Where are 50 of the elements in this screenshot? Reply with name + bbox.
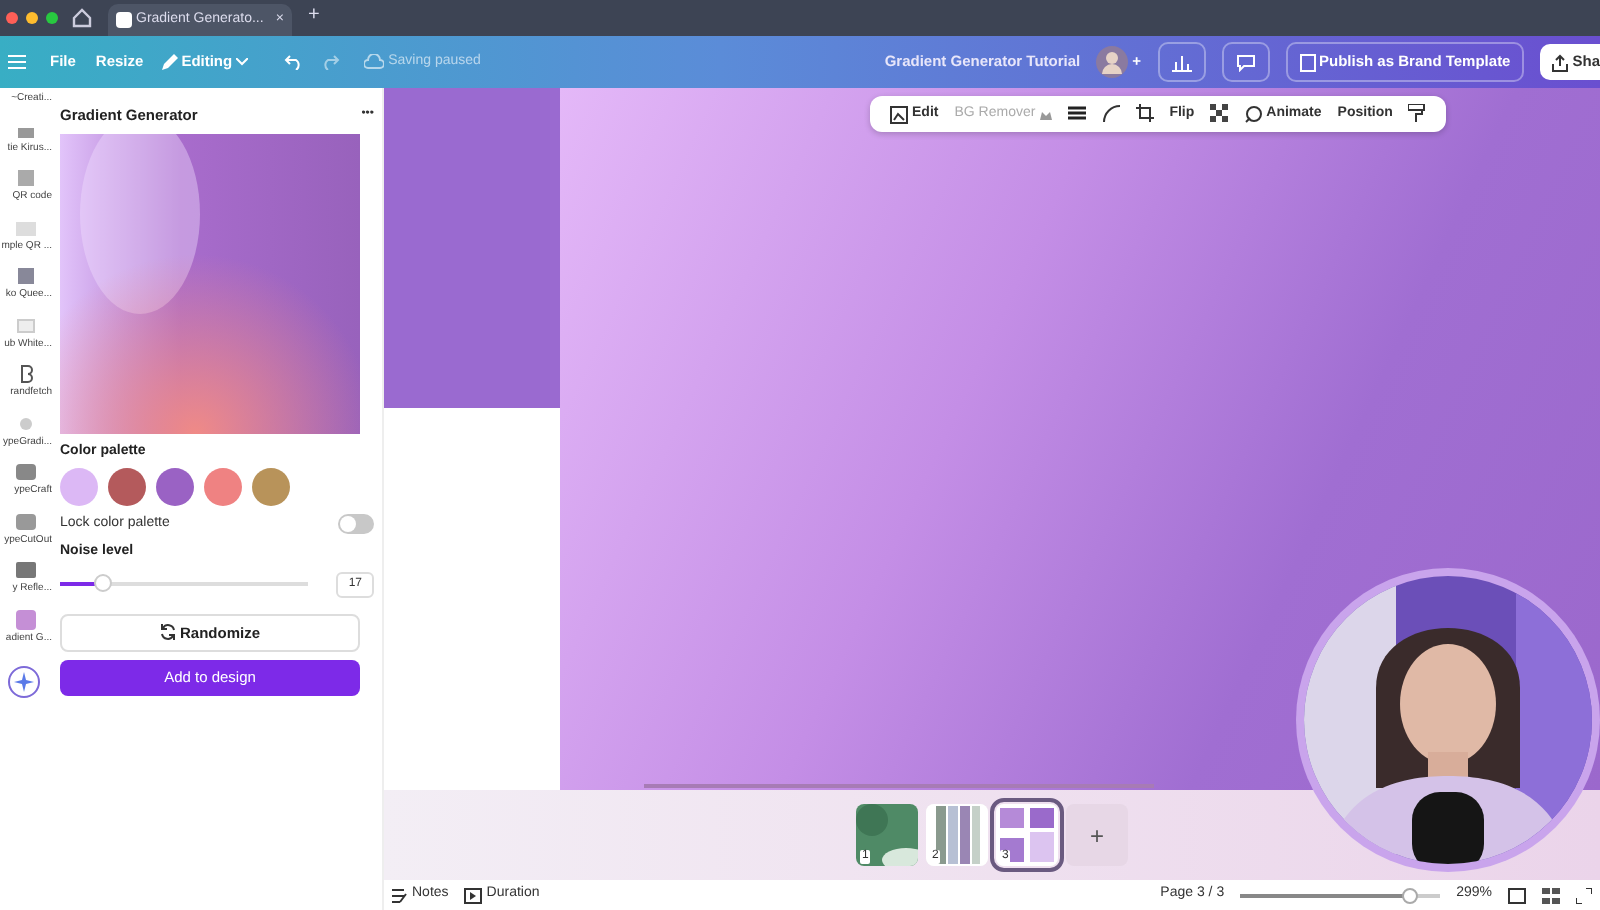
transparency-icon[interactable] bbox=[1210, 103, 1229, 122]
pencil-icon bbox=[159, 53, 178, 71]
line-weight-icon[interactable] bbox=[1067, 103, 1086, 122]
menu-icon[interactable] bbox=[8, 54, 26, 70]
timer-icon bbox=[464, 887, 483, 903]
app-icon bbox=[16, 266, 36, 286]
app-icon bbox=[16, 413, 36, 433]
app-icon bbox=[16, 560, 36, 580]
comment-icon bbox=[1235, 53, 1256, 72]
app-icon bbox=[16, 511, 36, 531]
grid-view-icon[interactable] bbox=[1542, 887, 1560, 903]
refresh-icon bbox=[159, 624, 176, 641]
tab-favicon-icon bbox=[116, 12, 132, 28]
app-icon bbox=[16, 364, 36, 384]
undo-icon[interactable] bbox=[284, 54, 305, 70]
template-icon bbox=[1299, 53, 1316, 71]
lock-toggle[interactable] bbox=[338, 514, 374, 534]
app-icon bbox=[16, 462, 36, 482]
corner-radius-icon[interactable] bbox=[1101, 103, 1120, 122]
insights-button[interactable] bbox=[1157, 42, 1206, 82]
paint-roller-icon[interactable] bbox=[1408, 103, 1427, 122]
animate-icon bbox=[1244, 105, 1263, 123]
color-swatch[interactable] bbox=[204, 467, 242, 506]
magic-icon[interactable] bbox=[8, 666, 40, 698]
pages-view-icon[interactable] bbox=[1508, 887, 1526, 903]
slider-thumb[interactable] bbox=[94, 574, 113, 593]
crop-icon[interactable] bbox=[1135, 103, 1154, 122]
caret-icon bbox=[236, 58, 249, 66]
upload-icon bbox=[1552, 53, 1569, 71]
app-icon bbox=[16, 217, 36, 237]
fullscreen-icon[interactable] bbox=[1576, 887, 1592, 903]
crown-icon bbox=[1039, 109, 1052, 119]
avatar-icon[interactable] bbox=[1096, 46, 1129, 78]
color-swatch[interactable] bbox=[108, 467, 146, 506]
color-swatch[interactable] bbox=[252, 467, 290, 506]
image-edit-icon bbox=[890, 105, 908, 123]
new-tab-button[interactable]: + bbox=[308, 0, 320, 30]
color-swatch[interactable] bbox=[156, 467, 194, 506]
app-icon bbox=[16, 315, 36, 335]
comment-button[interactable] bbox=[1221, 42, 1270, 82]
add-page-button[interactable]: + bbox=[1066, 804, 1128, 866]
window-controls-icon[interactable] bbox=[4, 10, 64, 26]
color-swatch[interactable] bbox=[60, 467, 98, 506]
scrollbar[interactable] bbox=[644, 784, 1154, 788]
cloud-icon bbox=[364, 54, 385, 70]
chart-icon bbox=[1171, 53, 1192, 72]
notes-icon bbox=[392, 887, 408, 903]
app-icon bbox=[16, 609, 36, 629]
home-icon[interactable] bbox=[72, 8, 92, 28]
app-icon bbox=[16, 168, 36, 188]
